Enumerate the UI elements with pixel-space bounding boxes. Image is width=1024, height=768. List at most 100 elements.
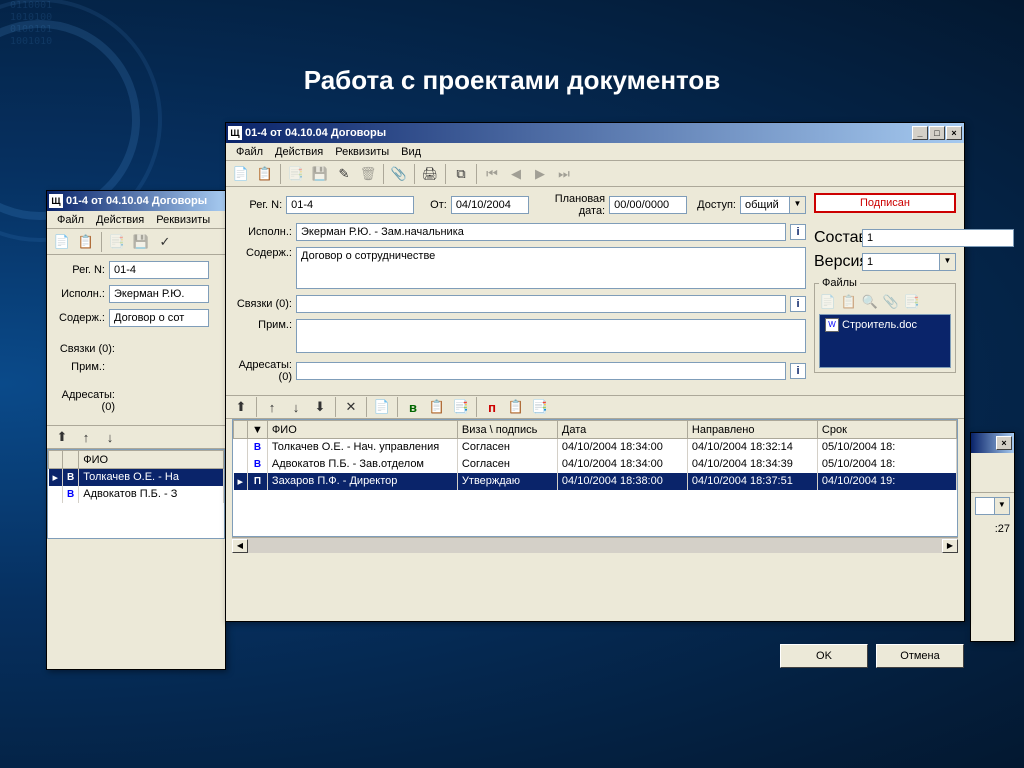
titlebar-back[interactable]: Щ 01-4 от 04.10.04 Договоры [47,191,225,211]
menu-actions[interactable]: Действия [90,213,150,227]
plan-date-input[interactable] [609,196,687,214]
from-date-input[interactable] [451,196,529,214]
save-icon[interactable]: 💾 [309,163,331,185]
ispoln-input-back[interactable] [109,285,209,303]
menubar-front[interactable]: Файл Действия Реквизиты Вид [226,143,964,161]
chevron-down-icon[interactable]: ▼ [790,196,806,214]
gf-b-icon[interactable]: в [402,396,424,418]
new-icon[interactable]: 📄 [51,231,73,253]
file-tb3-icon[interactable]: 🔍 [861,293,879,311]
prev-icon[interactable]: ◀ [505,163,527,185]
menu-file[interactable]: Файл [51,213,90,227]
file-tb5-icon[interactable]: 📑 [903,293,921,311]
menubar-back[interactable]: Файл Действия Реквизиты [47,211,225,229]
file-tb4-icon[interactable]: 📎 [882,293,900,311]
file-tb2-icon[interactable]: 📋 [840,293,858,311]
col-visa[interactable]: Виза \ подпись [457,421,557,439]
prim-input[interactable] [296,319,806,353]
gf-down-icon[interactable]: ↓ [285,396,307,418]
save-icon[interactable]: 💾 [130,231,152,253]
gf-del-icon[interactable]: ✕ [340,396,362,418]
gb1-icon[interactable]: ⬆ [51,426,73,448]
file-item[interactable]: W Строитель.doc [822,317,948,333]
table-row[interactable]: ВТолкачев О.Е. - Нач. управленияСогласен… [234,439,957,456]
col-srok[interactable]: Срок [817,421,956,439]
table-row[interactable]: ВАдвокатов П.Б. - Зав.отделомСогласен04/… [234,456,957,473]
menu-props[interactable]: Реквизиты [150,213,216,227]
copy-icon[interactable]: 📑 [285,163,307,185]
gf-c3-icon[interactable]: 📋 [505,396,527,418]
grid-toolbar-front: ⬆ ↑ ↓ ⬇ ✕ 📄 в 📋 📑 п 📋 📑 [226,395,964,419]
regn-input[interactable] [286,196,414,214]
col-date[interactable]: Дата [557,421,687,439]
ispoln-input[interactable] [296,223,786,241]
attach-icon[interactable]: 📎 [388,163,410,185]
scroll-right-icon[interactable]: ▶ [942,539,958,553]
close-icon[interactable]: × [996,436,1012,450]
gf-c1-icon[interactable]: 📋 [426,396,448,418]
new2-icon[interactable]: 📋 [75,231,97,253]
access-value[interactable] [740,196,790,214]
table-row[interactable]: ВАдвокатов П.Б. - З [49,486,224,503]
titlebar-right[interactable]: × [971,433,1014,453]
file-tb1-icon[interactable]: 📄 [819,293,837,311]
grid-back[interactable]: ФИО ▸ВТолкачев О.Е. - НаВАдвокатов П.Б. … [47,449,225,539]
minimize-icon[interactable]: _ [912,126,928,140]
col-napravleno[interactable]: Направлено [687,421,817,439]
gf-c2-icon[interactable]: 📑 [450,396,472,418]
hscrollbar[interactable]: ◀ ▶ [232,537,958,553]
scroll-left-icon[interactable]: ◀ [232,539,248,553]
adresaty-input[interactable] [296,362,786,380]
gf-up1-icon[interactable]: ⬆ [230,396,252,418]
info-icon-3[interactable]: i [790,363,806,379]
ok-button[interactable]: OK [780,644,868,668]
info-icon[interactable]: i [790,224,806,240]
gb3-icon[interactable]: ↓ [99,426,121,448]
edit-icon[interactable]: ✎ [333,163,355,185]
window-back: Щ 01-4 от 04.10.04 Договоры Файл Действи… [46,190,226,670]
copy-icon[interactable]: 📑 [106,231,128,253]
close-icon[interactable]: × [946,126,962,140]
svyazki-input[interactable] [296,295,786,313]
new2-icon[interactable]: 📋 [254,163,276,185]
maximize-icon[interactable]: □ [929,126,945,140]
regn-input-back[interactable] [109,261,209,279]
gf-down1-icon[interactable]: ⬇ [309,396,331,418]
gf-c4-icon[interactable]: 📑 [529,396,551,418]
new-icon[interactable]: 📄 [230,163,252,185]
right-dropdown[interactable]: ▼ [971,493,1014,519]
col-marker[interactable]: ▼ [248,421,268,439]
menu-file[interactable]: Файл [230,145,269,159]
files-list[interactable]: W Строитель.doc [819,314,951,368]
access-dropdown[interactable]: ▼ [740,196,806,214]
table-row[interactable]: ▸ПЗахаров П.Ф. - ДиректорУтверждаю04/10/… [234,473,957,490]
delete-icon[interactable]: 🗑 [357,163,379,185]
first-icon[interactable]: ⏮ [481,163,503,185]
versiya-value[interactable] [862,253,940,271]
titlebar-front[interactable]: Щ 01-4 от 04.10.04 Договоры _ □ × [226,123,964,143]
print-icon[interactable]: 🖨 [419,163,441,185]
soderz-input-back[interactable] [109,309,209,327]
menu-props[interactable]: Реквизиты [329,145,395,159]
cancel-button[interactable]: Отмена [876,644,964,668]
next-icon[interactable]: ▶ [529,163,551,185]
gf-up-icon[interactable]: ↑ [261,396,283,418]
menu-view[interactable]: Вид [395,145,427,159]
col-fio[interactable]: ФИО [267,421,457,439]
soderz-input[interactable]: Договор о сотрудничестве [296,247,806,289]
last-icon[interactable]: ⏭ [553,163,575,185]
col-arrow[interactable] [234,421,248,439]
sostav-input[interactable] [862,229,1014,247]
check-icon[interactable]: ✓ [154,231,176,253]
chevron-down-icon[interactable]: ▼ [940,253,956,271]
grid-front[interactable]: ▼ ФИО Виза \ подпись Дата Направлено Сро… [232,419,958,537]
window-icon[interactable]: ⧉ [450,163,472,185]
menu-actions[interactable]: Действия [269,145,329,159]
gb2-icon[interactable]: ↑ [75,426,97,448]
gf-doc-icon[interactable]: 📄 [371,396,393,418]
info-icon-2[interactable]: i [790,296,806,312]
gf-p-icon[interactable]: п [481,396,503,418]
table-row[interactable]: ▸ВТолкачев О.Е. - На [49,469,224,486]
col-fio-back[interactable]: ФИО [79,451,224,469]
versiya-dropdown[interactable]: ▼ [862,253,956,271]
